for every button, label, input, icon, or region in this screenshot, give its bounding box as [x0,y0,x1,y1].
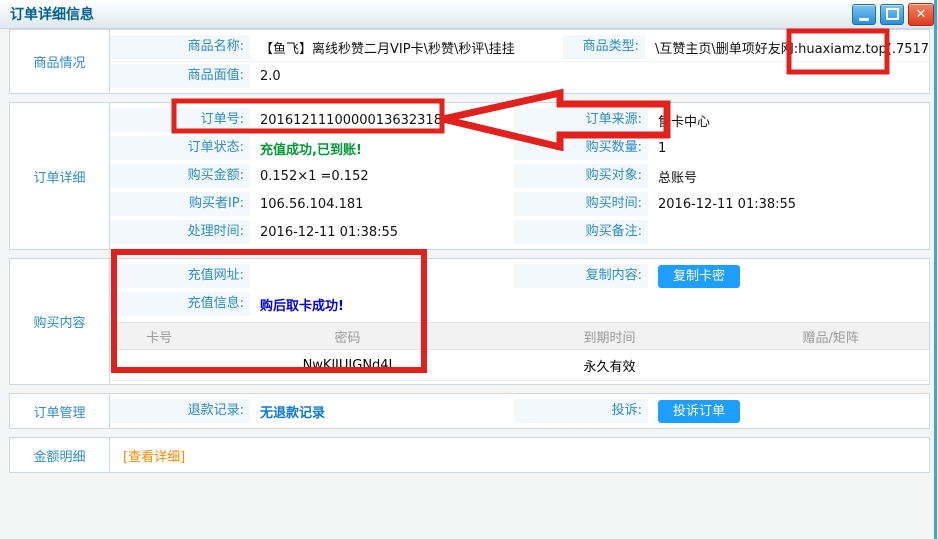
section-product-content: 商品名称: 【鱼飞】离线秒赞二月VIP卡\秒赞\秒评\挂挂 商品类型: \互赞主… [110,30,929,93]
refund-record-value: 无退款记录 [250,402,514,421]
buy-quantity-value: 1 [648,141,929,156]
product-face-value: 2.0 [250,69,929,84]
copy-content-cell: 复制卡密 [648,265,929,288]
buyer-ip-value: 106.56.104.181 [250,197,514,212]
row-order-number: 订单号: 2016121110000013632318 订单来源: 售卡中心 [110,106,929,134]
refund-record-label: 退款记录: [110,399,250,423]
buy-amount-value: 0.152×1 =0.152 [250,169,514,184]
buy-quantity-label: 购买数量: [514,136,648,160]
view-detail-link[interactable]: [查看详细] [110,446,185,465]
card-table: 卡号 密码 到期时间 赠品/矩阵 NwKlJUJGNd4J 永久有效 [110,322,929,381]
window-right-border [934,0,937,539]
section-label-order: 订单详细 [10,103,110,249]
minimize-icon [859,18,869,21]
order-source-label: 订单来源: [514,108,648,132]
minimize-button[interactable] [852,4,876,25]
row-amount-detail: [查看详细] [110,441,929,469]
buy-time-label: 购买时间: [514,192,648,216]
window-controls: ✕ [852,3,934,26]
order-number-value: 2016121110000013632318 [250,113,514,128]
complaint-label: 投诉: [514,399,648,423]
buy-target-label: 购买对象: [514,164,648,188]
section-purchase-content: 购买内容 充值网址: 复制内容: 复制卡密 充值信息: 购后取卡成功! 卡号 密… [9,258,930,385]
section-label-amount: 金额明细 [10,438,110,472]
maximize-icon [886,8,899,20]
section-order-management: 订单管理 退款记录: 无退款记录 投诉: 投诉订单 [9,393,930,429]
complain-order-button[interactable]: 投诉订单 [658,400,740,423]
section-label-product: 商品情况 [10,30,110,93]
section-label-management: 订单管理 [10,394,110,428]
product-name-label: 商品名称: [110,35,250,59]
recharge-info-label: 充值信息: [110,292,250,316]
product-face-label: 商品面值: [110,64,250,88]
order-status-label: 订单状态: [110,136,250,160]
copy-card-secret-button[interactable]: 复制卡密 [658,265,740,288]
header-password: 密码 [208,327,486,346]
recharge-info-value: 购后取卡成功! [250,295,929,314]
header-expiry-time: 到期时间 [487,327,733,346]
order-detail-window: 订单详细信息 ✕ 商品情况 商品名称: 【鱼飞】离线秒赞二月VIP卡\秒赞\秒评… [0,0,938,539]
titlebar: 订单详细信息 ✕ [0,0,938,29]
row-product-name: 商品名称: 【鱼飞】离线秒赞二月VIP卡\秒赞\秒评\挂挂 商品类型: \互赞主… [110,33,929,62]
product-name-value: 【鱼飞】离线秒赞二月VIP卡\秒赞\秒评\挂挂 [250,38,563,57]
buy-amount-label: 购买金额: [110,164,250,188]
copy-content-label: 复制内容: [514,264,648,288]
row-recharge-info: 充值信息: 购后取卡成功! [110,290,929,318]
management-content: 退款记录: 无退款记录 投诉: 投诉订单 [110,394,929,428]
buyer-ip-label: 购买者IP: [110,192,250,216]
complaint-cell: 投诉订单 [648,400,929,423]
row-product-face-value: 商品面值: 2.0 [110,62,929,90]
header-card-number: 卡号 [110,327,208,346]
product-type-value: \互赞主页\删单项好友网:huaxiamz.top(.7517 [645,38,929,57]
buy-time-value: 2016-12-11 01:38:55 [648,197,929,212]
close-icon: ✕ [916,7,927,22]
row-buy-amount: 购买金额: 0.152×1 =0.152 购买对象: 总账号 [110,162,929,190]
section-label-purchase: 购买内容 [10,259,110,384]
card-table-header: 卡号 密码 到期时间 赠品/矩阵 [110,322,929,350]
header-gift-matrix: 赠品/矩阵 [732,327,929,346]
buy-target-value: 总账号 [648,167,929,186]
card-table-row: NwKlJUJGNd4J 永久有效 [110,350,929,381]
recharge-url-label: 充值网址: [110,264,250,288]
row-recharge-url: 充值网址: 复制内容: 复制卡密 [110,262,929,290]
order-number-label: 订单号: [110,108,250,132]
section-order-content: 订单号: 2016121110000013632318 订单来源: 售卡中心 订… [110,103,929,249]
page-title: 订单详细信息 [10,4,94,24]
row-refund: 退款记录: 无退款记录 投诉: 投诉订单 [110,397,929,425]
cell-expiry-time: 永久有效 [487,356,733,375]
buy-remark-label: 购买备注: [514,220,648,244]
section-order-detail: 订单详细 订单号: 2016121110000013632318 订单来源: 售… [9,102,930,250]
row-buyer-ip: 购买者IP: 106.56.104.181 购买时间: 2016-12-11 0… [110,190,929,218]
section-amount-detail: 金额明细 [查看详细] [9,437,930,473]
amount-content: [查看详细] [110,438,929,472]
cell-password: NwKlJUJGNd4J [208,358,486,373]
maximize-button[interactable] [880,4,904,25]
row-process-time: 处理时间: 2016-12-11 01:38:55 购买备注: [110,218,929,246]
order-source-value: 售卡中心 [648,111,929,130]
purchase-content: 充值网址: 复制内容: 复制卡密 充值信息: 购后取卡成功! 卡号 密码 到期时… [110,259,929,384]
order-status-value: 充值成功,已到账! [250,139,514,158]
section-product-info: 商品情况 商品名称: 【鱼飞】离线秒赞二月VIP卡\秒赞\秒评\挂挂 商品类型:… [9,29,930,94]
product-type-label: 商品类型: [563,35,645,59]
process-time-label: 处理时间: [110,220,250,244]
close-button[interactable]: ✕ [908,3,934,26]
process-time-value: 2016-12-11 01:38:55 [250,225,514,240]
row-order-status: 订单状态: 充值成功,已到账! 购买数量: 1 [110,134,929,162]
